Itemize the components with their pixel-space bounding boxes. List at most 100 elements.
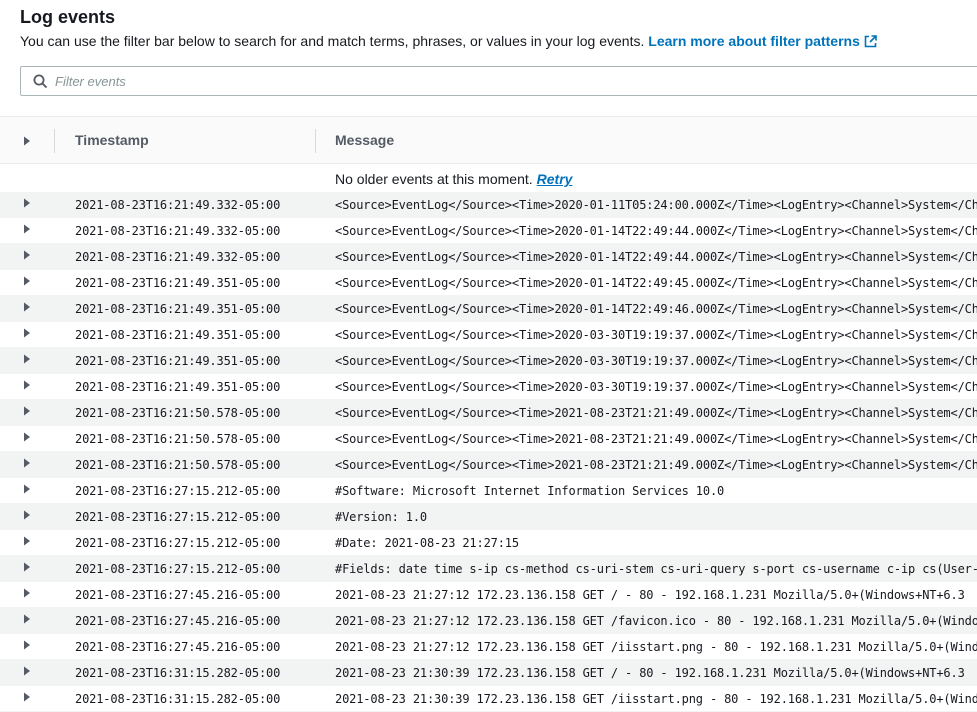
row-timestamp: 2021-08-23T16:27:45.216-05:00 [75,614,281,628]
row-timestamp: 2021-08-23T16:21:49.351-05:00 [75,380,281,394]
table-row[interactable]: 2021-08-23T16:21:50.578-05:00 <Source>Eve… [0,452,977,478]
row-timestamp: 2021-08-23T16:21:50.578-05:00 [75,432,281,446]
expand-row-caret-icon[interactable] [23,614,31,624]
external-link-icon [864,35,877,48]
table-row[interactable]: 2021-08-23T16:27:45.216-05:00 2021-08-23 … [0,608,977,634]
table-row[interactable]: 2021-08-23T16:21:49.351-05:00 <Source>Eve… [0,296,977,322]
row-timestamp: 2021-08-23T16:27:15.212-05:00 [75,536,281,550]
table-row[interactable]: 2021-08-23T16:27:15.212-05:00 #Software: … [0,478,977,504]
expand-row-caret-icon[interactable] [23,640,31,650]
search-icon [33,74,48,89]
row-message: 2021-08-23 21:30:39 172.23.136.158 GET /… [335,666,965,680]
row-message: #Fields: date time s-ip cs-method cs-uri… [335,562,977,576]
expand-row-caret-icon[interactable] [23,510,31,520]
row-timestamp: 2021-08-23T16:21:49.332-05:00 [75,198,281,212]
row-message: <Source>EventLog</Source><Time>2021-08-2… [335,458,977,472]
table-row[interactable]: 2021-08-23T16:21:49.351-05:00 <Source>Eve… [0,374,977,400]
no-older-text: No older events at this moment. [335,171,533,187]
row-message: 2021-08-23 21:27:12 172.23.136.158 GET /… [335,640,977,654]
row-timestamp: 2021-08-23T16:27:45.216-05:00 [75,640,281,654]
row-message: #Version: 1.0 [335,510,427,524]
log-events-list: 2021-08-23T16:21:49.332-05:00 <Source>Eve… [0,192,977,712]
row-timestamp: 2021-08-23T16:21:49.351-05:00 [75,276,281,290]
learn-more-link[interactable]: Learn more about filter patterns [648,33,877,49]
row-timestamp: 2021-08-23T16:21:49.351-05:00 [75,302,281,316]
row-message: <Source>EventLog</Source><Time>2020-01-1… [335,250,977,264]
row-timestamp: 2021-08-23T16:27:15.212-05:00 [75,510,281,524]
no-older-events-notice: No older events at this moment. Retry [335,171,572,187]
page-description: You can use the filter bar below to sear… [20,32,977,50]
expand-row-caret-icon[interactable] [23,406,31,416]
expand-row-caret-icon[interactable] [23,692,31,702]
filter-bar[interactable] [20,66,977,96]
table-row[interactable]: 2021-08-23T16:31:15.282-05:00 2021-08-23 … [0,660,977,686]
column-separator [315,129,316,153]
row-timestamp: 2021-08-23T16:21:49.332-05:00 [75,224,281,238]
expand-row-caret-icon[interactable] [23,484,31,494]
row-message: <Source>EventLog</Source><Time>2020-01-1… [335,302,977,316]
table-header: Timestamp Message [0,116,977,164]
expand-row-caret-icon[interactable] [23,458,31,468]
table-row[interactable]: 2021-08-23T16:21:49.351-05:00 <Source>Eve… [0,348,977,374]
row-timestamp: 2021-08-23T16:27:15.212-05:00 [75,484,281,498]
column-header-message[interactable]: Message [335,132,394,148]
column-separator [54,129,55,153]
row-timestamp: 2021-08-23T16:21:50.578-05:00 [75,458,281,472]
row-message: 2021-08-23 21:27:12 172.23.136.158 GET /… [335,614,977,628]
log-events-header: Log events You can use the filter bar be… [20,6,977,50]
table-row[interactable]: 2021-08-23T16:27:15.212-05:00 #Version: 1… [0,504,977,530]
expand-row-caret-icon[interactable] [23,224,31,234]
row-message: <Source>EventLog</Source><Time>2020-03-3… [335,380,977,394]
row-message: <Source>EventLog</Source><Time>2020-01-1… [335,276,977,290]
row-timestamp: 2021-08-23T16:21:49.351-05:00 [75,328,281,342]
row-message: <Source>EventLog</Source><Time>2020-01-1… [335,198,977,212]
expand-row-caret-icon[interactable] [23,354,31,364]
expand-row-caret-icon[interactable] [23,276,31,286]
row-timestamp: 2021-08-23T16:27:15.212-05:00 [75,562,281,576]
table-row[interactable]: 2021-08-23T16:27:45.216-05:00 2021-08-23 … [0,582,977,608]
row-timestamp: 2021-08-23T16:27:45.216-05:00 [75,588,281,602]
row-message: <Source>EventLog</Source><Time>2021-08-2… [335,432,977,446]
table-row[interactable]: 2021-08-23T16:27:15.212-05:00 #Date: 2021… [0,530,977,556]
expand-row-caret-icon[interactable] [23,328,31,338]
row-message: #Software: Microsoft Internet Informatio… [335,484,725,498]
row-message: #Date: 2021-08-23 21:27:15 [335,536,519,550]
description-text: You can use the filter bar below to sear… [20,33,645,49]
row-timestamp: 2021-08-23T16:21:50.578-05:00 [75,406,281,420]
table-row[interactable]: 2021-08-23T16:21:49.351-05:00 <Source>Eve… [0,322,977,348]
table-row[interactable]: 2021-08-23T16:21:49.332-05:00 <Source>Eve… [0,244,977,270]
expand-row-caret-icon[interactable] [23,432,31,442]
expand-row-caret-icon[interactable] [23,198,31,208]
column-header-timestamp[interactable]: Timestamp [75,132,149,148]
page-title: Log events [20,7,116,27]
learn-more-label: Learn more about filter patterns [648,33,860,49]
filter-events-input[interactable] [55,71,755,91]
expand-row-caret-icon[interactable] [23,562,31,572]
expand-row-caret-icon[interactable] [23,666,31,676]
table-row[interactable]: 2021-08-23T16:31:15.282-05:00 2021-08-23 … [0,686,977,712]
table-row[interactable]: 2021-08-23T16:21:49.351-05:00 <Source>Eve… [0,270,977,296]
row-message: 2021-08-23 21:30:39 172.23.136.158 GET /… [335,692,977,706]
expand-row-caret-icon[interactable] [23,588,31,598]
expand-row-caret-icon[interactable] [23,250,31,260]
row-timestamp: 2021-08-23T16:21:49.332-05:00 [75,250,281,264]
table-row[interactable]: 2021-08-23T16:21:49.332-05:00 <Source>Eve… [0,192,977,218]
table-row[interactable]: 2021-08-23T16:27:15.212-05:00 #Fields: da… [0,556,977,582]
expand-all-caret-icon[interactable] [23,136,31,146]
expand-row-caret-icon[interactable] [23,536,31,546]
row-message: <Source>EventLog</Source><Time>2020-01-1… [335,224,977,238]
table-row[interactable]: 2021-08-23T16:21:49.332-05:00 <Source>Eve… [0,218,977,244]
row-message: 2021-08-23 21:27:12 172.23.136.158 GET /… [335,588,965,602]
row-message: <Source>EventLog</Source><Time>2020-03-3… [335,354,977,368]
table-row[interactable]: 2021-08-23T16:21:50.578-05:00 <Source>Eve… [0,426,977,452]
table-row[interactable]: 2021-08-23T16:27:45.216-05:00 2021-08-23 … [0,634,977,660]
row-timestamp: 2021-08-23T16:21:49.351-05:00 [75,354,281,368]
retry-link[interactable]: Retry [537,171,573,187]
row-timestamp: 2021-08-23T16:31:15.282-05:00 [75,666,281,680]
row-timestamp: 2021-08-23T16:31:15.282-05:00 [75,692,281,706]
row-message: <Source>EventLog</Source><Time>2021-08-2… [335,406,977,420]
expand-row-caret-icon[interactable] [23,302,31,312]
table-row[interactable]: 2021-08-23T16:21:50.578-05:00 <Source>Eve… [0,400,977,426]
row-message: <Source>EventLog</Source><Time>2020-03-3… [335,328,977,342]
expand-row-caret-icon[interactable] [23,380,31,390]
